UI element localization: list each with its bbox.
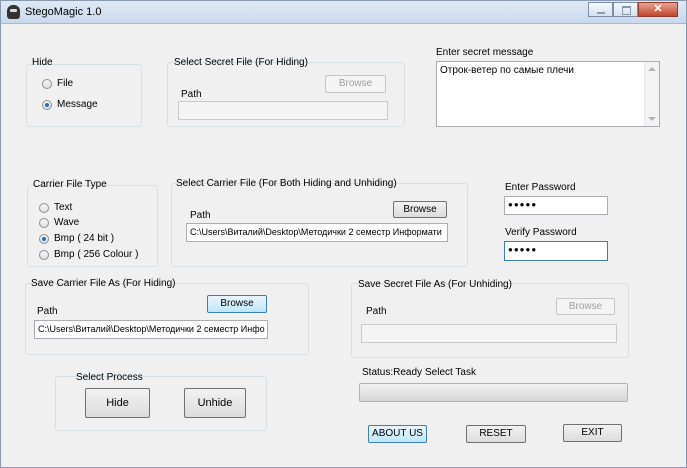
carrier-type-group-title: Carrier File Type bbox=[33, 179, 107, 190]
secret-file-path-label: Path bbox=[181, 89, 202, 100]
radio-message-dot[interactable] bbox=[42, 99, 52, 110]
radio-text-label: Text bbox=[54, 202, 73, 213]
save-carrier-group bbox=[25, 283, 309, 355]
minimize-icon[interactable] bbox=[588, 2, 613, 17]
radio-bmp-24-label: Bmp ( 24 bit ) bbox=[54, 233, 115, 244]
hide-group-title: Hide bbox=[32, 57, 53, 68]
about-us-button[interactable]: ABOUT US bbox=[368, 425, 427, 443]
unhide-button[interactable]: Unhide bbox=[184, 388, 246, 418]
carrier-file-group-title: Select Carrier File (For Both Hiding and… bbox=[176, 178, 397, 189]
exit-button[interactable]: EXIT bbox=[563, 424, 622, 442]
secret-message-text: Отрок-ветер по самые плечи bbox=[440, 65, 574, 76]
secret-file-path-field[interactable] bbox=[178, 101, 388, 120]
hide-group bbox=[26, 64, 142, 127]
secret-file-group-title: Select Secret File (For Hiding) bbox=[174, 57, 308, 68]
window-controls: ✕ bbox=[588, 2, 678, 18]
save-secret-browse-button[interactable]: Browse bbox=[556, 298, 615, 315]
secret-file-browse-button[interactable]: Browse bbox=[325, 75, 386, 93]
carrier-file-path-label: Path bbox=[190, 210, 211, 221]
process-group-title: Select Process bbox=[76, 372, 143, 383]
save-secret-group bbox=[351, 283, 629, 358]
save-carrier-path-label: Path bbox=[37, 306, 58, 317]
radio-wave-dot[interactable] bbox=[39, 217, 49, 228]
save-secret-group-title: Save Secret File As (For Unhiding) bbox=[358, 279, 512, 290]
close-icon[interactable]: ✕ bbox=[638, 2, 678, 17]
carrier-file-browse-button[interactable]: Browse bbox=[393, 201, 447, 218]
radio-text-dot[interactable] bbox=[39, 202, 49, 213]
enter-password-label: Enter Password bbox=[505, 182, 576, 193]
radio-wave[interactable]: Wave bbox=[39, 217, 79, 228]
maximize-icon[interactable] bbox=[613, 2, 638, 17]
progress-bar bbox=[359, 383, 628, 402]
radio-wave-label: Wave bbox=[54, 217, 80, 228]
radio-message-label: Message bbox=[57, 99, 98, 110]
reset-button[interactable]: RESET bbox=[466, 425, 526, 443]
carrier-file-path-field[interactable]: C:\Users\Виталий\Desktop\Методички 2 сем… bbox=[186, 223, 448, 242]
radio-bmp-256[interactable]: Bmp ( 256 Colour ) bbox=[39, 249, 138, 260]
radio-text[interactable]: Text bbox=[39, 202, 72, 213]
scroll-up-icon[interactable] bbox=[648, 67, 656, 71]
verify-password-field[interactable]: ●●●●● bbox=[504, 241, 608, 261]
status-task-text: Select Task bbox=[425, 367, 476, 378]
verify-password-label: Verify Password bbox=[505, 227, 577, 238]
radio-file-dot[interactable] bbox=[42, 78, 52, 89]
save-carrier-group-title: Save Carrier File As (For Hiding) bbox=[31, 278, 176, 289]
save-carrier-browse-button[interactable]: Browse bbox=[207, 295, 267, 313]
title-bar[interactable]: StegoMagic 1.0 ✕ bbox=[1, 1, 686, 24]
scroll-down-icon[interactable] bbox=[648, 117, 656, 121]
radio-bmp-256-label: Bmp ( 256 Colour ) bbox=[54, 249, 139, 260]
secret-message-label: Enter secret message bbox=[436, 47, 534, 58]
save-secret-path-field[interactable] bbox=[361, 324, 617, 343]
message-scrollbar[interactable] bbox=[644, 62, 659, 126]
save-secret-path-label: Path bbox=[366, 306, 387, 317]
client-area: Hide File Message Select Secret File (Fo… bbox=[8, 31, 680, 463]
save-carrier-path-field[interactable]: C:\Users\Виталий\Desktop\Методички 2 сем… bbox=[34, 320, 268, 339]
radio-message[interactable]: Message bbox=[42, 99, 98, 110]
radio-bmp-24-dot[interactable] bbox=[39, 233, 49, 244]
status-text: Status:Ready bbox=[362, 367, 423, 378]
secret-message-textarea[interactable]: Отрок-ветер по самые плечи bbox=[436, 61, 660, 127]
app-window: StegoMagic 1.0 ✕ Hide File Message Selec… bbox=[0, 0, 687, 468]
app-icon bbox=[7, 5, 20, 19]
window-title: StegoMagic 1.0 bbox=[25, 6, 102, 18]
radio-bmp-24[interactable]: Bmp ( 24 bit ) bbox=[39, 233, 114, 244]
radio-file[interactable]: File bbox=[42, 78, 73, 89]
hide-button[interactable]: Hide bbox=[85, 388, 150, 418]
radio-file-label: File bbox=[57, 78, 74, 89]
radio-bmp-256-dot[interactable] bbox=[39, 249, 49, 260]
enter-password-field[interactable]: ●●●●● bbox=[504, 196, 608, 215]
